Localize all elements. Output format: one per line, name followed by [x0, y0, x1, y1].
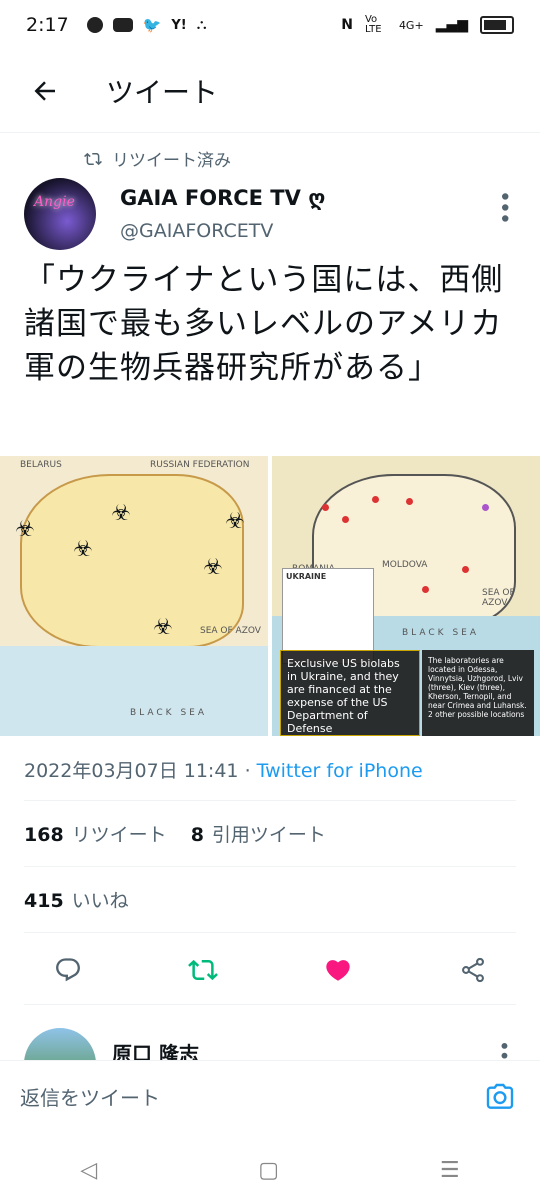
facebook-icon	[86, 17, 103, 33]
retweet-icon	[84, 152, 102, 165]
nav-back-button[interactable]: ◁	[80, 1158, 97, 1183]
network-label: 4G+	[398, 18, 424, 32]
likes-stat[interactable]: 415 いいね	[24, 886, 129, 913]
divider	[24, 800, 516, 801]
map-label-azov: SEA OF AZOV	[482, 588, 515, 608]
nfc-icon: N	[341, 17, 353, 33]
biohazard-icon: ☣	[111, 501, 131, 526]
biohazard-icon: ☣	[225, 509, 245, 534]
back-button[interactable]	[0, 50, 90, 132]
yahoo-icon: Y!	[171, 17, 187, 33]
avatar-text: Angie	[34, 194, 75, 210]
retweet-icon	[187, 959, 218, 981]
media-caption-right: The laboratories are located in Odessa, …	[422, 650, 534, 736]
divider	[24, 866, 516, 867]
like-button[interactable]	[318, 950, 358, 990]
status-time: 2:17	[26, 14, 69, 36]
more-options-icon[interactable]: •••	[492, 1040, 516, 1060]
volte-label: Vo LTE	[364, 14, 382, 35]
media-caption-left: Exclusive US biolabs in Ukraine, and the…	[280, 650, 420, 736]
sea-area	[0, 646, 268, 736]
nav-home-button[interactable]: ▢	[258, 1158, 279, 1183]
comment-icon	[55, 958, 80, 982]
system-navbar: ◁ ▢ ☰	[0, 1140, 540, 1200]
app-icon: ⛬	[196, 17, 207, 33]
reply-avatar[interactable]	[24, 1028, 96, 1060]
page-title: ツイート	[106, 76, 219, 109]
retweets-label: リツイート	[71, 824, 167, 846]
status-bar: 2:17 🐦 Y! ⛬ N Vo LTE 4G+ ▂▄▆	[0, 0, 540, 50]
share-icon	[461, 957, 484, 983]
map-label-belarus: BELARUS	[20, 460, 62, 470]
quotes-stat[interactable]: 8 引用ツイート	[191, 820, 326, 847]
camera-button[interactable]	[480, 1077, 520, 1117]
lab-marker	[482, 504, 489, 511]
app-header: ツイート	[0, 50, 540, 133]
youtube-icon	[112, 18, 133, 32]
nav-recents-button[interactable]: ☰	[440, 1158, 460, 1183]
tweet-meta: 2022年03月07日 11:41 · Twitter for iPhone	[24, 756, 423, 783]
biohazard-icon: ☣	[73, 537, 93, 562]
share-button[interactable]	[453, 950, 493, 990]
lab-marker	[372, 496, 379, 503]
reply-button[interactable]	[48, 950, 88, 990]
retweets-stat[interactable]: 168 リツイート	[24, 820, 167, 847]
map-label-moldova: MOLDOVA	[382, 560, 428, 570]
tweet-media[interactable]: BELARUS RUSSIAN FEDERATION BLACK SEA SEA…	[0, 456, 540, 736]
divider	[24, 932, 516, 933]
lab-marker	[406, 498, 413, 505]
quotes-label: 引用ツイート	[211, 824, 326, 846]
tweet-datetime[interactable]: 2022年03月07日 11:41	[24, 760, 239, 782]
quotes-count: 8	[190, 824, 204, 846]
lab-marker	[462, 566, 469, 573]
reply-composer[interactable]: 返信をツイート	[0, 1060, 540, 1132]
tweet-source[interactable]: Twitter for iPhone	[257, 760, 423, 782]
author-display-name[interactable]: GAIA FORCE TV ღ	[120, 186, 325, 210]
retweets-count: 168	[24, 824, 64, 846]
legend-title: UKRAINE	[286, 572, 327, 581]
arrow-left-icon	[34, 81, 55, 101]
map-label-russia: RUSSIAN FEDERATION	[150, 460, 250, 470]
camera-icon	[486, 1083, 514, 1109]
lab-marker	[322, 504, 329, 511]
reply-preview[interactable]: 原口 隆志 •••	[0, 1024, 540, 1060]
retweet-button[interactable]	[183, 950, 223, 990]
map-label-azov: SEA OF AZOV	[200, 626, 261, 636]
tweet-actions	[0, 946, 540, 994]
meta-separator: ·	[244, 760, 251, 782]
divider	[24, 1004, 516, 1005]
reply-input[interactable]: 返信をツイート	[20, 1082, 160, 1111]
likes-count: 415	[24, 890, 64, 912]
tweet-stats-row: 168 リツイート 8 引用ツイート	[24, 820, 326, 847]
author-handle[interactable]: @GAIAFORCETV	[120, 220, 273, 242]
signal-icon: ▂▄▆	[435, 17, 468, 33]
author-avatar[interactable]: Angie	[24, 178, 96, 250]
map-label-black-sea: BLACK SEA	[130, 708, 207, 718]
lab-marker	[342, 516, 349, 523]
biohazard-icon: ☣	[15, 517, 35, 542]
heart-icon	[325, 960, 350, 981]
biohazard-icon: ☣	[153, 615, 173, 640]
twitter-icon: 🐦	[142, 16, 162, 34]
lab-marker	[422, 586, 429, 593]
biolab-map-left[interactable]: BELARUS RUSSIAN FEDERATION BLACK SEA SEA…	[0, 456, 268, 736]
reply-author-name[interactable]: 原口 隆志	[112, 1038, 199, 1060]
map-label-black-sea: BLACK SEA	[402, 628, 479, 638]
biohazard-icon: ☣	[203, 555, 223, 580]
more-options-icon[interactable]: •••	[491, 190, 516, 223]
retweet-label: リツイート済み	[112, 151, 231, 171]
tweet-text: 「ウクライナという国には、西側諸国で最も多いレベルのアメリカ軍の生物兵器研究所が…	[24, 262, 504, 386]
system-status: N Vo LTE 4G+ ▂▄▆	[341, 15, 514, 35]
retweeted-indicator: リツイート済み	[84, 146, 231, 171]
battery-icon	[480, 16, 514, 34]
biolab-map-right[interactable]: BLACK SEA SEA OF AZOV ROMANIA MOLDOVA UK…	[272, 456, 540, 736]
likes-label: いいね	[71, 890, 129, 912]
notification-icons: 🐦 Y! ⛬	[86, 16, 207, 34]
